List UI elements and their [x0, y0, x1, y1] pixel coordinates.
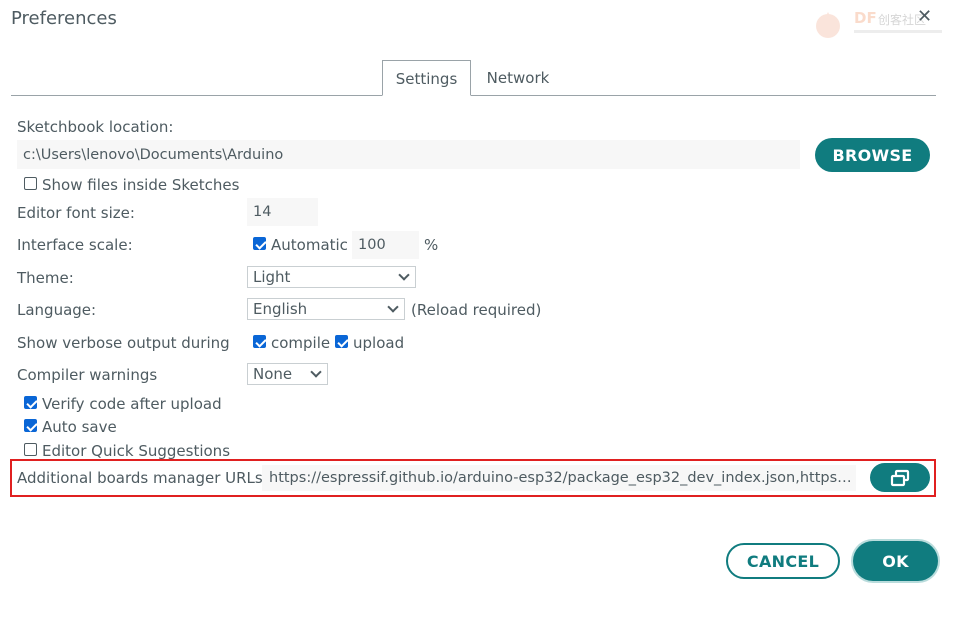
language-select[interactable]: English: [247, 298, 405, 320]
chevron-down-icon: [310, 366, 322, 378]
language-selected-value: English: [253, 300, 308, 318]
close-icon[interactable]: ✕: [917, 6, 932, 27]
browse-button[interactable]: BROWSE: [815, 138, 930, 172]
compiler-warnings-label: Compiler warnings: [17, 366, 158, 384]
show-files-checkbox[interactable]: [24, 177, 37, 190]
boards-urls-edit-button[interactable]: [870, 463, 930, 492]
verbose-output-label: Show verbose output during: [17, 334, 230, 352]
auto-save-checkbox[interactable]: [24, 419, 37, 432]
chevron-down-icon: [387, 301, 399, 313]
watermark-df: DF: [854, 9, 877, 27]
verbose-compile-label: compile: [271, 334, 331, 352]
boards-urls-label: Additional boards manager URLs:: [17, 469, 268, 487]
verbose-compile-checkbox[interactable]: [253, 335, 266, 348]
editor-font-size-label: Editor font size:: [17, 204, 135, 222]
sketchbook-location-label: Sketchbook location:: [17, 118, 174, 136]
theme-select[interactable]: Light: [247, 266, 416, 288]
sketchbook-location-input[interactable]: [17, 140, 800, 169]
interface-scale-input[interactable]: [352, 231, 419, 259]
compiler-warnings-select[interactable]: None: [247, 363, 328, 385]
auto-save-label: Auto save: [42, 418, 117, 436]
automatic-scale-checkbox[interactable]: [253, 237, 266, 250]
tab-settings[interactable]: Settings: [382, 60, 471, 96]
reload-required-note: (Reload required): [411, 301, 542, 319]
verify-after-upload-label: Verify code after upload: [42, 395, 222, 413]
ok-button[interactable]: OK: [853, 541, 938, 581]
window-copy-icon: [890, 469, 910, 486]
boards-urls-input[interactable]: https://espressif.github.io/arduino-esp3…: [262, 465, 856, 491]
verify-after-upload-checkbox[interactable]: [24, 396, 37, 409]
show-files-label: Show files inside Sketches: [42, 176, 240, 194]
automatic-scale-label: Automatic: [271, 236, 348, 254]
verbose-upload-label: upload: [353, 334, 405, 352]
interface-scale-unit: %: [424, 236, 439, 254]
compiler-warnings-selected-value: None: [253, 365, 293, 383]
cancel-button[interactable]: CANCEL: [726, 543, 840, 579]
dialog-title: Preferences: [11, 8, 117, 29]
chevron-down-icon: [398, 269, 410, 281]
watermark-icon: [816, 12, 840, 38]
verbose-upload-checkbox[interactable]: [335, 335, 348, 348]
language-label: Language:: [17, 301, 97, 319]
interface-scale-label: Interface scale:: [17, 236, 133, 254]
preferences-dialog: Preferences DF 创客社区 ✕ Settings Network S…: [0, 0, 962, 620]
editor-font-size-input[interactable]: [247, 198, 318, 226]
tab-network[interactable]: Network: [474, 60, 562, 96]
quick-suggestions-label: Editor Quick Suggestions: [42, 442, 231, 460]
quick-suggestions-checkbox[interactable]: [24, 443, 37, 456]
theme-label: Theme:: [17, 269, 74, 287]
theme-selected-value: Light: [253, 268, 291, 286]
